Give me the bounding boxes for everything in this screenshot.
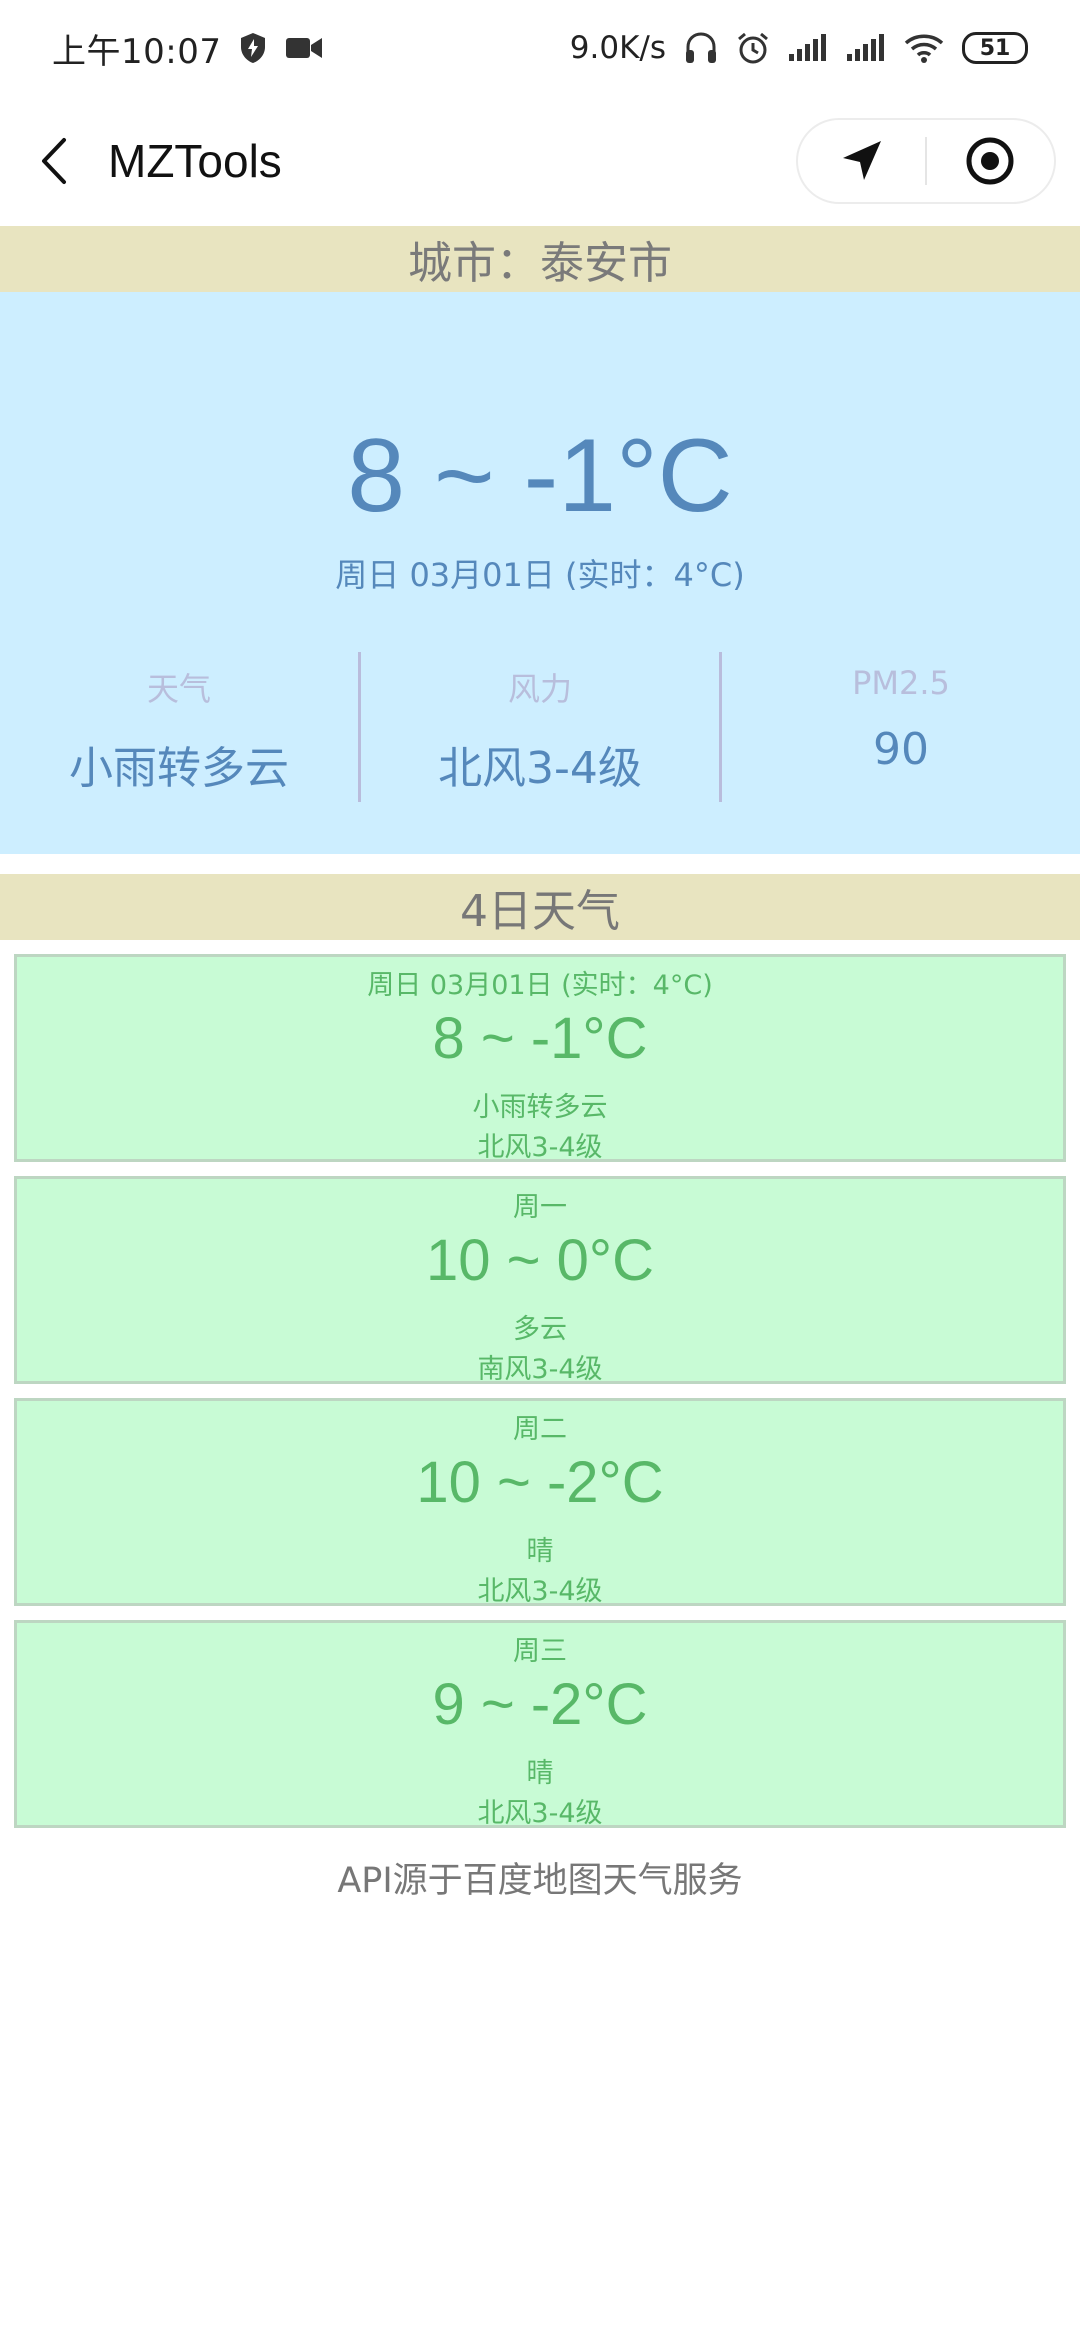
- status-bar: 上午10:07 9.0K/s 51: [0, 0, 1080, 96]
- record-target-icon[interactable]: [927, 118, 1054, 204]
- api-source-note: API源于百度地图天气服务: [337, 1861, 743, 1901]
- day-date: 周二: [513, 1414, 567, 1445]
- today-stats: 天气 小雨转多云 风力 北风3-4级 PM2.5 90: [0, 652, 1080, 802]
- forecast-title: 4日天气: [460, 886, 620, 937]
- stat-pm25: PM2.5 90: [722, 652, 1080, 802]
- day-wind: 北风3-4级: [477, 1132, 603, 1163]
- nav-bar: MZTools: [0, 96, 1080, 226]
- status-time: 上午10:07: [52, 31, 222, 72]
- status-left: 上午10:07: [52, 24, 323, 73]
- location-arrow-icon[interactable]: [798, 118, 925, 204]
- video-icon: [285, 35, 323, 61]
- day-temperature: 9 ~ -2°C: [432, 1672, 648, 1737]
- status-right: 9.0K/s 51: [570, 30, 1028, 66]
- stat-weather: 天气 小雨转多云: [0, 652, 358, 802]
- stat-label: 天气: [146, 670, 211, 708]
- stat-value: 小雨转多云: [69, 743, 289, 794]
- day-weather: 晴: [526, 1758, 554, 1789]
- city-label: 城市：泰安市: [408, 238, 672, 289]
- stat-value: 北风3-4级: [438, 743, 642, 794]
- day-date: 周一: [513, 1192, 567, 1223]
- alarm-icon: [736, 31, 770, 65]
- day-wind: 南风3-4级: [477, 1354, 603, 1385]
- stat-label: 风力: [507, 670, 572, 708]
- headphone-icon: [684, 31, 718, 65]
- forecast-day-card: 周三 9 ~ -2°C 晴 北风3-4级: [14, 1620, 1066, 1829]
- day-wind: 北风3-4级: [477, 1798, 603, 1829]
- mini-program-capsule: [796, 118, 1056, 204]
- stat-value: 90: [873, 724, 929, 775]
- signal-icon: [846, 34, 886, 62]
- day-weather: 多云: [513, 1314, 567, 1345]
- day-date: 周三: [513, 1636, 567, 1667]
- day-temperature: 8 ~ -1°C: [432, 1006, 648, 1071]
- day-wind: 北风3-4级: [477, 1576, 603, 1607]
- today-date: 周日 03月01日 (实时：4°C): [335, 556, 745, 594]
- today-temperature: 8 ~ -1°C: [347, 418, 733, 534]
- forecast-list: 周日 03月01日 (实时：4°C) 8 ~ -1°C 小雨转多云 北风3-4级…: [14, 954, 1066, 1842]
- wifi-icon: [904, 33, 944, 63]
- battery-level: 51: [979, 35, 1011, 61]
- back-arrow-icon[interactable]: [36, 136, 76, 186]
- forecast-header: 4日天气: [0, 874, 1080, 940]
- city-bar: 城市：泰安市: [0, 226, 1080, 292]
- signal-icon: [788, 34, 828, 62]
- forecast-day-card: 周一 10 ~ 0°C 多云 南风3-4级: [14, 1176, 1066, 1385]
- page-title: MZTools: [108, 135, 282, 187]
- today-panel: 8 ~ -1°C 周日 03月01日 (实时：4°C) 天气 小雨转多云 风力 …: [0, 292, 1080, 854]
- day-temperature: 10 ~ 0°C: [426, 1228, 654, 1293]
- day-date: 周日 03月01日 (实时：4°C): [367, 970, 713, 1001]
- day-temperature: 10 ~ -2°C: [416, 1450, 664, 1515]
- day-weather: 晴: [526, 1536, 554, 1567]
- forecast-day-card: 周日 03月01日 (实时：4°C) 8 ~ -1°C 小雨转多云 北风3-4级: [14, 954, 1066, 1163]
- stat-label: PM2.5: [852, 664, 950, 702]
- battery-icon: 51: [962, 32, 1028, 64]
- net-speed: 9.0K/s: [569, 30, 666, 66]
- day-weather: 小雨转多云: [472, 1092, 608, 1123]
- forecast-day-card: 周二 10 ~ -2°C 晴 北风3-4级: [14, 1398, 1066, 1607]
- stat-wind: 风力 北风3-4级: [361, 652, 719, 802]
- shield-icon: [239, 32, 267, 64]
